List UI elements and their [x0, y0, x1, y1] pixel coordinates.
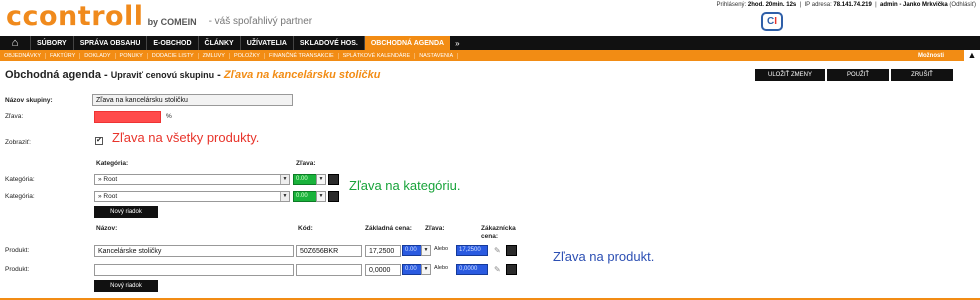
nav-item-sprava-obsahu[interactable]: SPRÁVA OBSAHU	[72, 36, 147, 50]
product-base-price-input-1[interactable]: 17,2500	[365, 245, 401, 257]
subnav-item-polozky[interactable]: POLOŽKY	[230, 52, 265, 59]
product-customer-price-1[interactable]: 17,2500	[456, 245, 488, 256]
subnav-item-splatkove-kalendare[interactable]: SPLÁTKOVÉ KALENDÁRE	[339, 52, 416, 59]
group-name-label: Názov skupiny:	[5, 97, 53, 104]
edit-icon[interactable]: ✎	[494, 246, 503, 256]
page: ccontroll by COMEIN - váš spoľahlivý par…	[0, 0, 980, 300]
product-code-input-1[interactable]: 50Z656BKR	[296, 245, 362, 257]
subnav-item-ponuky[interactable]: PONUKY	[116, 52, 148, 59]
category-discount-header: Zľava:	[296, 160, 316, 167]
product-discount-2[interactable]: 0.00	[402, 264, 422, 275]
nav-item-uzivatelia[interactable]: UŽÍVATELIA	[239, 36, 293, 50]
product-or-2: Alebo	[434, 265, 449, 271]
session-info: Prihlásený: 2hod. 20min. 12s | IP adresa…	[716, 2, 976, 8]
group-name-input[interactable]: Zľava na kancelársku stoličku	[92, 94, 293, 106]
product-base-price-input-2[interactable]: 0,0000	[365, 264, 401, 276]
chevron-down-icon: ▼	[280, 175, 289, 184]
main-nav: ⌂ SÚBORY SPRÁVA OBSAHU E-OBCHOD ČLÁNKY U…	[0, 36, 980, 50]
product-1-action-icon[interactable]	[506, 245, 517, 256]
subnav-item-financne-transakcie[interactable]: FINANČNÉ TRANSAKCIE	[265, 52, 339, 59]
session-label: Prihlásený:	[716, 2, 747, 8]
note-product: Zľava na produkt.	[553, 249, 655, 264]
nav-item-obchodna-agenda[interactable]: OBCHODNÁ AGENDA	[363, 36, 451, 50]
show-label: Zobraziť:	[5, 139, 31, 146]
app-logo[interactable]: ccontroll by COMEIN - váš spoľahlivý par…	[6, 2, 312, 30]
sub-nav: OBJEDNÁVKY FAKTÚRY DOKLADY PONUKY DODACI…	[0, 50, 980, 61]
product-code-header: Kód:	[298, 225, 313, 232]
note-category: Zľava na kategóriu.	[349, 178, 461, 193]
save-button[interactable]: ULOŽIŤ ZMENY	[755, 69, 825, 81]
session-value: 2hod. 20min. 12s	[747, 2, 797, 8]
new-row-button-categories[interactable]: Nový riadok	[94, 206, 158, 218]
category-select-1-value: » Root	[98, 176, 118, 183]
scroll-up-icon[interactable]: ▲	[964, 50, 980, 61]
category-select-2[interactable]: » Root ▼	[94, 191, 290, 202]
chevron-down-icon: ▼	[280, 192, 289, 201]
subnav-item-nastavenia[interactable]: NASTAVENIA	[415, 52, 459, 59]
brand-badge-icon: CI	[761, 12, 783, 31]
title-sub: Upraviť cenovú skupinu	[110, 70, 215, 80]
nav-item-clanky[interactable]: ČLÁNKY	[197, 36, 240, 50]
category-discount-1-chevron-icon[interactable]: ▼	[316, 174, 326, 185]
cancel-button[interactable]: ZRUŠIŤ	[891, 69, 953, 81]
product-label-2: Produkt:	[5, 266, 30, 273]
discount-label: Zľava:	[5, 113, 24, 120]
nav-more-button[interactable]: »	[450, 36, 464, 50]
logo-text: ccontroll	[6, 1, 144, 32]
ip-label: IP adresa:	[804, 2, 832, 8]
category-select-1[interactable]: » Root ▼	[94, 174, 290, 185]
product-discount-1-chevron-icon[interactable]: ▼	[421, 245, 431, 256]
subnav-item-doklady[interactable]: DOKLADY	[80, 52, 116, 59]
product-base-price-header: Základná cena:	[365, 225, 412, 232]
home-icon[interactable]: ⌂	[0, 36, 30, 50]
logout-link[interactable]: (Odhlásiť)	[949, 2, 976, 8]
category-discount-2[interactable]: 0.00	[293, 191, 317, 202]
tagline: - váš spoľahlivý partner	[208, 16, 313, 27]
product-discount-1[interactable]: 0.00	[402, 245, 422, 256]
title-highlight: Zľava na kancelársku stoličku	[223, 69, 381, 81]
ip-value: 78.141.74.219	[833, 2, 872, 8]
subnav-item-faktury[interactable]: FAKTÚRY	[46, 52, 81, 59]
show-checkbox[interactable]: ✔	[95, 137, 103, 145]
product-discount-2-chevron-icon[interactable]: ▼	[421, 264, 431, 275]
category-label-1: Kategória:	[5, 176, 35, 183]
category-select-2-value: » Root	[98, 193, 118, 200]
logo-by: by COMEIN	[147, 17, 197, 27]
subnav-item-dodacie-listy[interactable]: DODACIE LISTY	[148, 52, 199, 59]
page-title: Obchodná agenda - Upraviť cenovú skupinu…	[5, 69, 381, 81]
category-1-action-icon[interactable]	[328, 174, 339, 185]
product-customer-price-2[interactable]: 0,0000	[456, 264, 488, 275]
category-discount-1[interactable]: 0.00	[293, 174, 317, 185]
product-label-1: Produkt:	[5, 247, 30, 254]
nav-item-subory[interactable]: SÚBORY	[30, 36, 73, 50]
product-name-input-2[interactable]	[94, 264, 294, 276]
category-2-action-icon[interactable]	[328, 191, 339, 202]
subnav-item-objednavky[interactable]: OBJEDNÁVKY	[0, 52, 46, 59]
subnav-item-zmluvy[interactable]: ZMLUVY	[199, 52, 230, 59]
options-menu[interactable]: Možnosti	[918, 53, 944, 59]
user-name: admin - Janko Mrkvička	[880, 2, 948, 8]
new-row-button-products[interactable]: Nový riadok	[94, 280, 158, 292]
discount-input[interactable]	[94, 111, 161, 123]
nav-item-e-obchod[interactable]: E-OBCHOD	[146, 36, 197, 50]
product-name-input-1[interactable]: Kancelárske stoličky	[94, 245, 294, 257]
product-customer-price-header: Zákaznícka cena:	[481, 225, 516, 240]
nav-item-skladove-hos[interactable]: SKLADOVÉ HOS.	[292, 36, 364, 50]
product-discount-header: Zľava:	[425, 225, 445, 232]
product-or-1: Alebo	[434, 246, 449, 252]
category-header: Kategória:	[96, 160, 129, 167]
edit-icon[interactable]: ✎	[494, 265, 503, 275]
category-discount-2-chevron-icon[interactable]: ▼	[316, 191, 326, 202]
product-2-action-icon[interactable]	[506, 264, 517, 275]
note-all-products: Zľava na všetky produkty.	[112, 130, 260, 145]
category-label-2: Kategória:	[5, 193, 35, 200]
product-code-input-2[interactable]	[296, 264, 362, 276]
discount-unit: %	[166, 113, 172, 120]
product-name-header: Názov:	[96, 225, 118, 232]
title-main: Obchodná agenda	[5, 69, 101, 81]
use-button[interactable]: POUŽIŤ	[827, 69, 889, 81]
